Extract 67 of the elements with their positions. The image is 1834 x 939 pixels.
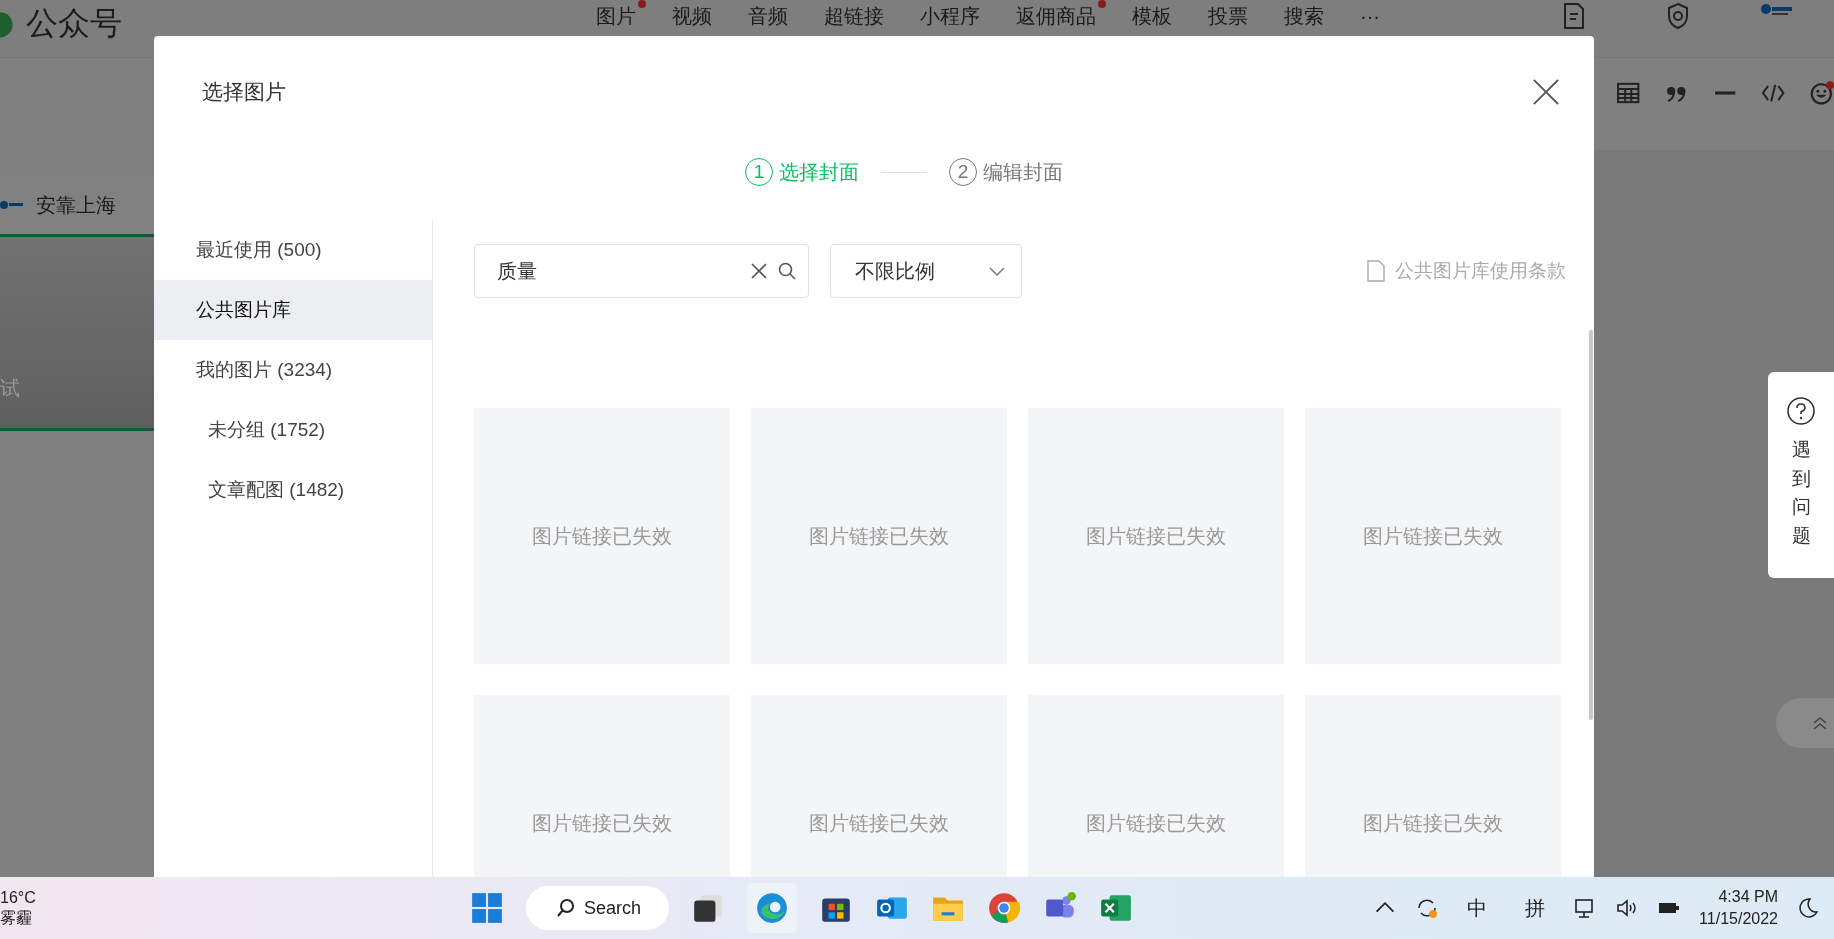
help-card[interactable]: 遇到问题 bbox=[1768, 372, 1834, 578]
toolbar-item[interactable]: 超链接 bbox=[818, 0, 890, 30]
broken-link-text: 图片链接已失效 bbox=[1363, 523, 1503, 549]
sidebar-item[interactable]: 我的图片 (3234) bbox=[154, 340, 432, 400]
windows-start-icon[interactable] bbox=[470, 891, 504, 925]
toolbar-item[interactable]: 模板 bbox=[1126, 0, 1178, 30]
toolbar-item[interactable]: 小程序 bbox=[914, 0, 986, 30]
table-icon[interactable] bbox=[1616, 80, 1641, 106]
image-tile[interactable]: 图片链接已失效 bbox=[1305, 695, 1561, 877]
broken-link-text: 图片链接已失效 bbox=[809, 810, 949, 836]
toolbar-item[interactable]: 搜索 bbox=[1278, 0, 1330, 30]
emoji-icon[interactable] bbox=[1809, 80, 1834, 106]
account-name: 安靠上海 bbox=[36, 192, 116, 218]
edge-browser-icon[interactable] bbox=[755, 891, 790, 925]
broken-link-text: 图片链接已失效 bbox=[1363, 810, 1503, 836]
search-icon bbox=[556, 898, 576, 918]
broken-link-text: 图片链接已失效 bbox=[532, 523, 672, 549]
broken-link-text: 图片链接已失效 bbox=[1086, 810, 1226, 836]
document-icon[interactable] bbox=[1562, 2, 1586, 30]
toolbar-item[interactable]: ··· bbox=[1354, 0, 1386, 30]
ratio-dropdown[interactable]: 不限比例 bbox=[830, 244, 1022, 298]
image-tile[interactable]: 图片链接已失效 bbox=[1305, 408, 1561, 664]
toolbar-item[interactable]: 视频 bbox=[666, 0, 718, 30]
moon-icon[interactable] bbox=[1796, 896, 1820, 920]
input-method-indicator[interactable]: 拼 bbox=[1515, 894, 1556, 922]
toolbar-item[interactable]: 音频 bbox=[742, 0, 794, 30]
toolbar-item[interactable]: 返佣商品 bbox=[1010, 0, 1102, 30]
help-label: 遇到问题 bbox=[1791, 438, 1811, 548]
input-method-indicator[interactable]: 中 bbox=[1457, 894, 1498, 922]
search-field[interactable]: 质量 bbox=[474, 244, 809, 298]
shield-icon[interactable] bbox=[1666, 2, 1690, 30]
image-tile[interactable]: 图片链接已失效 bbox=[474, 695, 730, 877]
draft-title: 试 bbox=[0, 376, 20, 401]
double-chevron-icon bbox=[1812, 715, 1828, 731]
sidebar-item[interactable]: 未分组 (1752) bbox=[154, 400, 432, 460]
step-label: 选择封面 bbox=[779, 159, 859, 185]
clear-icon[interactable] bbox=[749, 261, 769, 281]
sidebar-item[interactable]: 最近使用 (500) bbox=[154, 220, 432, 280]
image-tile[interactable]: 图片链接已失效 bbox=[1028, 695, 1284, 877]
image-tile[interactable]: 图片链接已失效 bbox=[1028, 408, 1284, 664]
app-title: 公众号 bbox=[26, 4, 122, 43]
chrome-browser-icon[interactable] bbox=[987, 891, 1022, 925]
broken-link-text: 图片链接已失效 bbox=[809, 523, 949, 549]
terms-link[interactable]: 公共图片库使用条款 bbox=[1395, 258, 1566, 284]
sidebar-item[interactable]: 公共图片库 bbox=[154, 280, 432, 340]
toolbar-item[interactable]: 投票 bbox=[1202, 0, 1254, 30]
dialog-title: 选择图片 bbox=[202, 79, 286, 105]
step-label: 编辑封面 bbox=[983, 159, 1063, 185]
search-icon[interactable] bbox=[777, 261, 797, 281]
image-tile[interactable]: 图片链接已失效 bbox=[751, 408, 1007, 664]
broken-link-text: 图片链接已失效 bbox=[532, 810, 672, 836]
sidebar-item[interactable]: 文章配图 (1482) bbox=[154, 460, 432, 520]
close-icon[interactable] bbox=[1532, 78, 1560, 106]
company-logo-icon bbox=[0, 199, 24, 211]
toolbar-item[interactable]: 图片 bbox=[590, 0, 642, 30]
clock-time[interactable]: 4:34 PM bbox=[1718, 886, 1778, 908]
company-logo-icon[interactable] bbox=[1760, 2, 1794, 18]
image-tile[interactable]: 图片链接已失效 bbox=[751, 695, 1007, 877]
weather-condition: 雾霾 bbox=[0, 908, 33, 928]
sync-icon[interactable] bbox=[1415, 896, 1440, 920]
weather-temperature: 16°C bbox=[0, 888, 37, 908]
taskbar-search[interactable]: Search bbox=[526, 886, 670, 930]
clock-date[interactable]: 11/15/2022 bbox=[1699, 908, 1778, 930]
image-tile[interactable]: 图片链接已失效 bbox=[474, 408, 730, 664]
document-icon bbox=[1367, 260, 1385, 282]
broken-link-text: 图片链接已失效 bbox=[1086, 523, 1226, 549]
question-icon bbox=[1786, 396, 1816, 426]
